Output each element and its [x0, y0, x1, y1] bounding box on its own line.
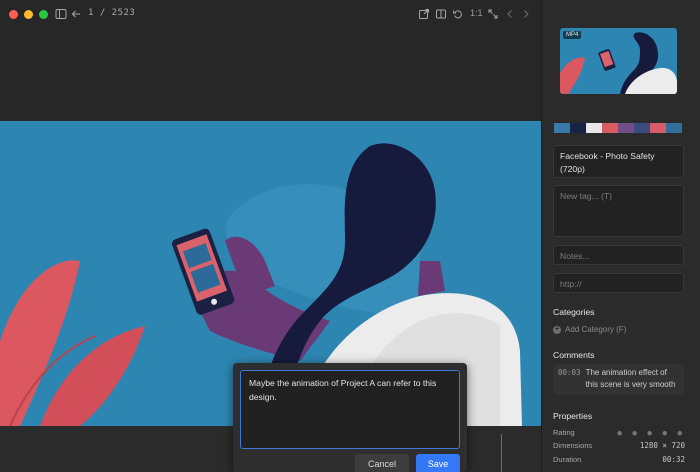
- property-row-rating[interactable]: Rating ● ● ● ● ●: [553, 428, 685, 437]
- open-external-icon[interactable]: [417, 7, 431, 21]
- sidebar-toggle-icon[interactable]: [54, 7, 68, 21]
- color-swatch-2[interactable]: [586, 123, 602, 133]
- rating-value[interactable]: ● ● ● ● ●: [617, 428, 685, 437]
- back-arrow-icon[interactable]: [69, 7, 83, 21]
- property-label: Rating: [553, 428, 575, 437]
- color-palette: [554, 123, 682, 133]
- add-category-button[interactable]: + Add Category (F): [553, 325, 626, 334]
- previous-item-icon[interactable]: [503, 7, 517, 21]
- comment-item[interactable]: 00:03 The animation effect of this scene…: [553, 364, 684, 395]
- cancel-button[interactable]: Cancel: [355, 454, 409, 472]
- rotate-icon[interactable]: [451, 7, 465, 21]
- save-button[interactable]: Save: [416, 454, 460, 472]
- properties-title: Properties: [553, 411, 593, 421]
- fit-screen-icon[interactable]: [486, 7, 500, 21]
- comment-textarea[interactable]: [240, 370, 460, 449]
- comments-title: Comments: [553, 350, 595, 360]
- comment-text: The animation effect of this scene is ve…: [585, 368, 676, 389]
- url-input[interactable]: [560, 279, 677, 289]
- notes-field[interactable]: [553, 245, 684, 265]
- format-badge: MP4: [563, 31, 582, 39]
- property-row-dimensions: Dimensions 1280 × 720: [553, 441, 685, 450]
- split-view-icon[interactable]: [434, 7, 448, 21]
- plus-circle-icon: +: [553, 325, 561, 334]
- thumbnail-preview[interactable]: MP4: [560, 28, 677, 94]
- color-swatch-6[interactable]: [650, 123, 666, 133]
- property-row-duration: Duration 00:32: [553, 455, 685, 464]
- window-controls: [9, 9, 48, 19]
- color-swatch-4[interactable]: [618, 123, 634, 133]
- property-label: Duration: [553, 455, 582, 464]
- color-swatch-5[interactable]: [634, 123, 650, 133]
- color-swatch-0[interactable]: [554, 123, 570, 133]
- inspector-sidebar: MP4 Facebook - Photo Safety (720p) Categ…: [541, 0, 700, 472]
- comment-timestamp: 00:03: [558, 368, 581, 377]
- minimize-window-button[interactable]: [24, 9, 33, 19]
- color-swatch-1[interactable]: [570, 123, 586, 133]
- categories-title: Categories: [553, 307, 595, 317]
- dimensions-value: 1280 × 720: [639, 441, 685, 450]
- title-field[interactable]: Facebook - Photo Safety (720p): [553, 145, 684, 178]
- duration-value: 00:32: [662, 455, 685, 464]
- comment-popup: Cancel Save: [233, 363, 467, 472]
- zoom-window-button[interactable]: [39, 9, 48, 19]
- color-swatch-7[interactable]: [666, 123, 682, 133]
- item-counter: 1 / 2523: [88, 8, 136, 18]
- tag-input[interactable]: [560, 191, 677, 201]
- next-item-icon[interactable]: [519, 7, 533, 21]
- notes-input[interactable]: [560, 251, 677, 261]
- tag-field[interactable]: [553, 185, 684, 237]
- color-swatch-3[interactable]: [602, 123, 618, 133]
- viewer-area: 1 / 2523 1:1 Maybe the animation of Proj…: [0, 0, 541, 472]
- playhead[interactable]: [501, 434, 502, 472]
- zoom-level[interactable]: 1:1: [470, 8, 483, 18]
- property-label: Dimensions: [553, 441, 593, 450]
- add-category-label: Add Category (F): [565, 325, 627, 334]
- url-field[interactable]: [553, 273, 684, 293]
- close-window-button[interactable]: [9, 9, 18, 19]
